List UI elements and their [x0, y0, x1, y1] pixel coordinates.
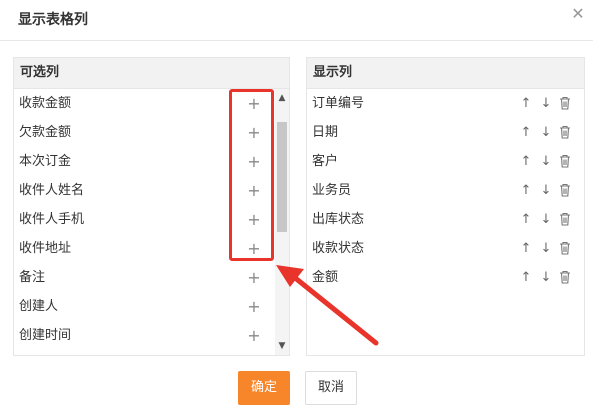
trash-icon[interactable] — [557, 89, 573, 118]
move-down-icon[interactable]: ↓ — [538, 205, 554, 234]
column-label: 备注 — [19, 270, 46, 285]
move-down-icon[interactable]: ↓ — [538, 176, 554, 205]
annotation-highlight-box — [229, 89, 274, 261]
column-label: 欠款金额 — [19, 125, 72, 140]
trash-icon[interactable] — [557, 147, 573, 176]
column-label: 创建人 — [19, 299, 59, 314]
scroll-up-icon[interactable]: ▲ — [275, 92, 289, 104]
annotation-arrow-icon — [276, 265, 379, 346]
available-column-item: 创建时间 + — [14, 321, 275, 350]
move-down-icon[interactable]: ↓ — [538, 263, 554, 292]
column-label: 业务员 — [312, 183, 352, 198]
add-icon[interactable]: + — [246, 292, 262, 321]
move-down-icon[interactable]: ↓ — [538, 89, 554, 118]
displayed-columns-header: 显示列 — [307, 58, 584, 89]
header-divider — [0, 40, 593, 41]
scrollbar-thumb[interactable] — [277, 122, 287, 232]
trash-icon[interactable] — [557, 205, 573, 234]
dialog-title: 显示表格列 — [18, 12, 88, 28]
displayed-column-item: 日期 ↑ ↓ — [307, 118, 584, 147]
move-down-icon[interactable]: ↓ — [538, 234, 554, 263]
move-up-icon[interactable]: ↑ — [518, 118, 534, 147]
add-icon[interactable]: + — [246, 263, 262, 292]
column-label: 日期 — [312, 125, 339, 140]
trash-icon[interactable] — [557, 176, 573, 205]
trash-icon[interactable] — [557, 234, 573, 263]
column-label: 订单编号 — [312, 96, 365, 111]
move-up-icon[interactable]: ↑ — [518, 234, 534, 263]
column-label: 本次订金 — [19, 154, 72, 169]
trash-icon[interactable] — [557, 118, 573, 147]
column-label: 收款金额 — [19, 96, 72, 111]
move-up-icon[interactable]: ↑ — [518, 205, 534, 234]
add-icon[interactable]: + — [246, 321, 262, 350]
column-label: 收件地址 — [19, 241, 72, 256]
move-up-icon[interactable]: ↑ — [518, 147, 534, 176]
cancel-button[interactable]: 取消 — [305, 371, 357, 405]
move-up-icon[interactable]: ↑ — [518, 176, 534, 205]
available-column-item: 备注 + — [14, 263, 275, 292]
close-icon[interactable]: ✕ — [570, 6, 586, 22]
confirm-button[interactable]: 确定 — [238, 371, 290, 405]
available-column-item: 创建人 + — [14, 292, 275, 321]
column-label: 出库状态 — [312, 212, 365, 227]
available-columns-header: 可选列 — [14, 58, 289, 89]
displayed-column-item: 出库状态 ↑ ↓ — [307, 205, 584, 234]
trash-icon[interactable] — [557, 263, 573, 292]
column-label: 创建时间 — [19, 328, 72, 343]
column-label: 收件人姓名 — [19, 183, 85, 198]
move-down-icon[interactable]: ↓ — [538, 118, 554, 147]
column-label: 客户 — [312, 154, 339, 169]
displayed-column-item: 业务员 ↑ ↓ — [307, 176, 584, 205]
move-down-icon[interactable]: ↓ — [538, 147, 554, 176]
displayed-column-item: 客户 ↑ ↓ — [307, 147, 584, 176]
displayed-column-item: 订单编号 ↑ ↓ — [307, 89, 584, 118]
column-label: 收件人手机 — [19, 212, 85, 227]
move-up-icon[interactable]: ↑ — [518, 89, 534, 118]
move-up-icon[interactable]: ↑ — [518, 263, 534, 292]
